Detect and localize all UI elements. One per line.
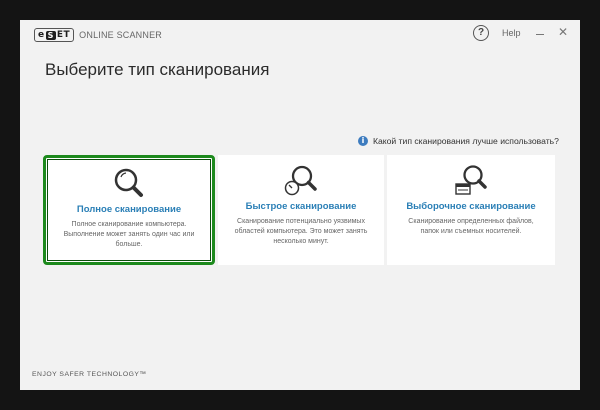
- full-scan-card[interactable]: Полное сканирование Полное сканирование …: [43, 155, 215, 265]
- info-icon: i: [358, 136, 368, 146]
- minimize-button[interactable]: [536, 34, 544, 35]
- eset-logo: e S ET ONLINE SCANNER: [34, 28, 162, 42]
- help-icon[interactable]: ?: [473, 25, 489, 41]
- scan-type-help-link[interactable]: i Какой тип сканирования лучше использов…: [358, 136, 559, 146]
- footer-tagline: ENJOY SAFER TECHNOLOGY™: [32, 371, 147, 378]
- quick-scan-card[interactable]: Быстрое сканирование Сканирование потенц…: [218, 155, 384, 265]
- card-title: Полное сканирование: [76, 204, 182, 215]
- product-name: ONLINE SCANNER: [79, 30, 162, 40]
- title-bar: e S ET ONLINE SCANNER ? Help ✕: [20, 20, 580, 50]
- card-title: Выборочное сканирование: [406, 201, 536, 212]
- magnifier-window-icon: [455, 165, 487, 195]
- card-description: Полное сканирование компьютера. Выполнен…: [63, 221, 195, 248]
- custom-scan-card[interactable]: Выборочное сканирование Сканирование опр…: [387, 155, 555, 265]
- help-link[interactable]: Help: [502, 28, 521, 38]
- scanner-window: e S ET ONLINE SCANNER ? Help ✕ Выберите ти…: [20, 20, 580, 390]
- magnifier-clock-icon: [284, 165, 317, 196]
- page-title: Выберите тип сканирования: [45, 60, 270, 79]
- magnifier-icon: [114, 168, 143, 197]
- brand-logo: e S ET: [34, 28, 75, 42]
- card-description: Сканирование определенных файлов, папок …: [408, 218, 534, 235]
- info-link-label: Какой тип сканирования лучше использоват…: [373, 136, 559, 146]
- close-button[interactable]: ✕: [558, 25, 568, 39]
- card-title: Быстрое сканирование: [245, 201, 357, 212]
- card-description: Сканирование потенциально уязвимых облас…: [234, 218, 368, 245]
